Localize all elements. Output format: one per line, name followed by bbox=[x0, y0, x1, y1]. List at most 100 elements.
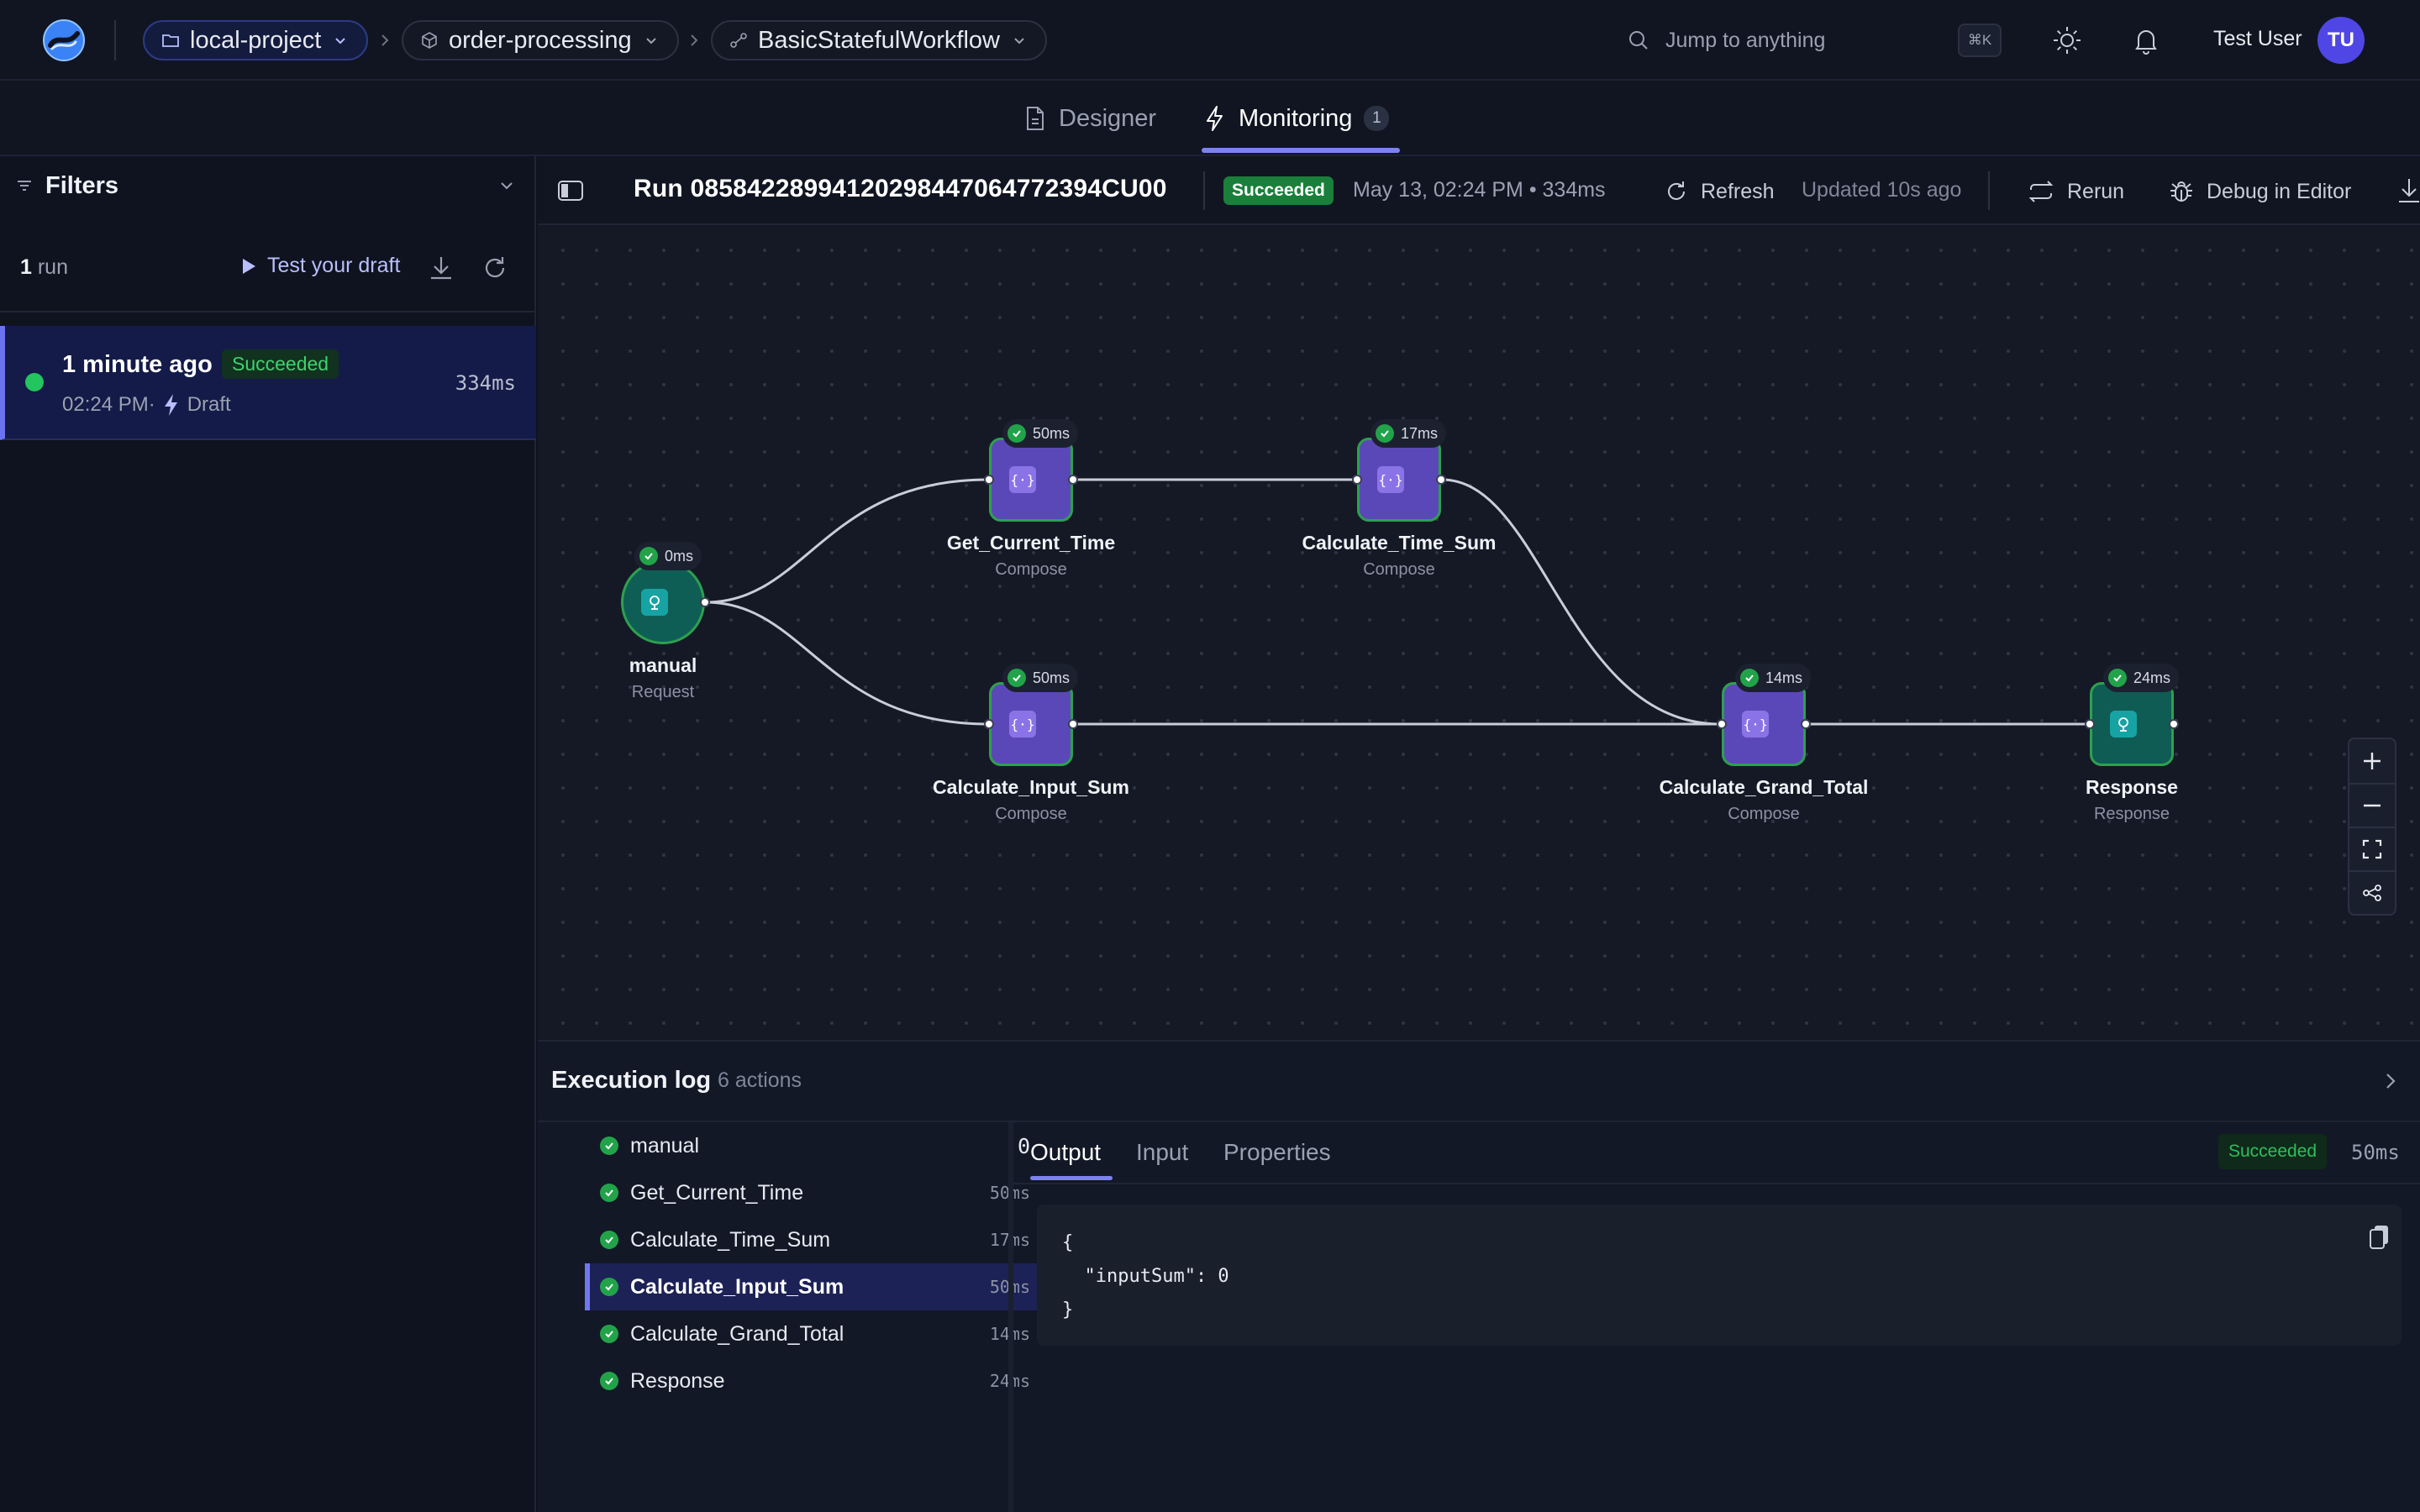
filters-header[interactable]: Filters bbox=[0, 156, 536, 215]
app-logo-icon[interactable] bbox=[42, 18, 86, 62]
sun-icon[interactable] bbox=[2050, 24, 2084, 57]
action-row-calculate-input-sum[interactable]: Calculate_Input_Sum 50ms bbox=[585, 1263, 1042, 1310]
success-check-icon bbox=[600, 1231, 618, 1249]
node-input-port[interactable] bbox=[984, 719, 994, 729]
chevron-right-icon[interactable] bbox=[2380, 1070, 2402, 1092]
breadcrumb-project-label: local-project bbox=[190, 26, 322, 54]
top-bar: local-project order-processing BasicStat… bbox=[0, 0, 2420, 81]
plus-icon bbox=[2364, 753, 2381, 769]
tab-monitoring[interactable]: Monitoring 1 bbox=[1203, 99, 1390, 138]
node-input-port[interactable] bbox=[2085, 719, 2095, 729]
node-output-port[interactable] bbox=[1801, 719, 1811, 729]
output-line: "inputSum": 0 bbox=[1062, 1266, 1229, 1287]
node-duration: 50ms bbox=[1033, 424, 1071, 442]
node-type: Compose bbox=[995, 560, 1067, 579]
runs-sidebar: Filters 1 run Test your draft 1 minute a… bbox=[0, 156, 536, 1512]
node-type: Compose bbox=[1728, 805, 1800, 823]
execution-log-count: 6 actions bbox=[718, 1068, 802, 1092]
tab-designer[interactable]: Designer bbox=[1023, 99, 1156, 138]
header-divider bbox=[1988, 171, 1990, 210]
execution-log-panel: Execution log 6 actions manual 0 Get_Cur… bbox=[538, 1040, 2420, 1512]
download-icon[interactable] bbox=[2396, 176, 2420, 205]
chevron-down-icon bbox=[335, 38, 346, 45]
node-input-port[interactable] bbox=[1717, 719, 1727, 729]
tab-output[interactable]: Output bbox=[1030, 1139, 1101, 1166]
filter-icon bbox=[18, 181, 31, 191]
node-output-port[interactable] bbox=[1436, 475, 1446, 485]
breadcrumb-workflow-group[interactable]: order-processing bbox=[402, 20, 679, 60]
breadcrumb-workflow-label: BasicStatefulWorkflow bbox=[758, 26, 1000, 54]
breadcrumb-workflow[interactable]: BasicStatefulWorkflow bbox=[711, 20, 1047, 60]
success-check-icon bbox=[600, 1184, 618, 1202]
node-input-port[interactable] bbox=[984, 475, 994, 485]
node-output-port[interactable] bbox=[700, 597, 710, 607]
node-output-port[interactable] bbox=[1068, 475, 1078, 485]
search-icon bbox=[1629, 31, 1648, 50]
copy-icon[interactable] bbox=[2368, 1223, 2391, 1250]
node-type: Request bbox=[631, 683, 695, 701]
user-name[interactable]: Test User bbox=[2213, 27, 2302, 51]
node-duration-badge: 50ms bbox=[1002, 419, 1079, 448]
breadcrumb-project[interactable]: local-project bbox=[143, 20, 369, 60]
run-header: Run 08584228994120298447064772394CU00 Su… bbox=[538, 156, 2420, 225]
avatar[interactable]: TU bbox=[2317, 17, 2365, 64]
response-icon bbox=[2110, 711, 2137, 738]
bell-icon[interactable] bbox=[2129, 24, 2163, 57]
run-status-dot bbox=[25, 373, 44, 391]
node-duration-badge: 0ms bbox=[634, 542, 702, 570]
refresh-icon bbox=[1668, 181, 1685, 200]
output-line: { bbox=[1062, 1232, 1074, 1253]
sidebar-toggle-icon[interactable] bbox=[556, 176, 585, 205]
active-detail-tab-indicator bbox=[1030, 1176, 1113, 1180]
zoom-in-button[interactable] bbox=[2349, 739, 2395, 783]
topbar-divider bbox=[114, 20, 116, 60]
tab-properties[interactable]: Properties bbox=[1223, 1139, 1331, 1166]
cube-icon bbox=[422, 32, 437, 49]
refresh-label: Refresh bbox=[1701, 179, 1775, 203]
node-input-port[interactable] bbox=[1352, 475, 1362, 485]
action-row-response[interactable]: Response 24ms bbox=[585, 1357, 1042, 1404]
node-name: manual bbox=[629, 654, 697, 676]
sidebar-divider bbox=[0, 311, 536, 312]
action-name: Calculate_Grand_Total bbox=[630, 1321, 844, 1346]
action-row-manual[interactable]: manual 0 bbox=[585, 1122, 1042, 1169]
fit-view-button[interactable] bbox=[2349, 827, 2395, 870]
action-row-calculate-time-sum[interactable]: Calculate_Time_Sum 17ms bbox=[585, 1216, 1042, 1263]
run-list-item[interactable]: 1 minute ago Succeeded 02:24 PM· Draft 3… bbox=[0, 326, 536, 440]
view-tabs: Designer Monitoring 1 bbox=[0, 81, 2420, 156]
workflow-edges bbox=[705, 478, 2089, 726]
node-duration: 14ms bbox=[1765, 669, 1803, 686]
action-row-get-current-time[interactable]: Get_Current_Time 50ms bbox=[585, 1169, 1042, 1216]
rerun-label: Rerun bbox=[2067, 179, 2125, 203]
document-icon bbox=[1027, 107, 1044, 130]
run-version: Draft bbox=[187, 393, 231, 416]
zoom-out-button[interactable] bbox=[2349, 783, 2395, 827]
detail-tabs-divider bbox=[1013, 1183, 2420, 1184]
node-duration: 50ms bbox=[1033, 669, 1071, 686]
updated-timestamp: Updated 10s ago bbox=[1802, 178, 1962, 202]
tab-monitoring-label: Monitoring bbox=[1239, 104, 1353, 132]
compose-icon: {·} bbox=[1377, 466, 1404, 493]
action-name: manual bbox=[630, 1133, 699, 1158]
chevron-right-icon bbox=[691, 34, 698, 46]
workflow-canvas[interactable]: 0ms manual Request {·} 50ms Get_Current_… bbox=[538, 225, 2420, 1040]
node-output-port[interactable] bbox=[1068, 719, 1078, 729]
node-duration-badge: 24ms bbox=[2103, 664, 2180, 692]
download-icon[interactable] bbox=[427, 254, 455, 282]
success-check-icon bbox=[600, 1137, 618, 1155]
chevron-down-icon[interactable] bbox=[497, 176, 516, 195]
action-name: Calculate_Input_Sum bbox=[630, 1274, 844, 1299]
rerun-button[interactable]: Rerun bbox=[2027, 175, 2124, 208]
test-draft-button[interactable]: Test your draft bbox=[240, 254, 400, 278]
test-draft-label: Test your draft bbox=[267, 254, 401, 277]
search-input[interactable]: Jump to anything bbox=[1622, 20, 2008, 60]
refresh-button[interactable]: Refresh bbox=[1664, 175, 1775, 208]
refresh-icon[interactable] bbox=[481, 254, 509, 282]
rerun-icon bbox=[2028, 181, 2054, 202]
node-output-port[interactable] bbox=[2169, 719, 2179, 729]
action-row-calculate-grand-total[interactable]: Calculate_Grand_Total 14ms bbox=[585, 1310, 1042, 1357]
debug-in-editor-button[interactable]: Debug in Editor bbox=[2168, 175, 2351, 208]
success-check-icon bbox=[600, 1325, 618, 1343]
auto-layout-button[interactable] bbox=[2349, 870, 2395, 914]
tab-input[interactable]: Input bbox=[1136, 1139, 1188, 1166]
